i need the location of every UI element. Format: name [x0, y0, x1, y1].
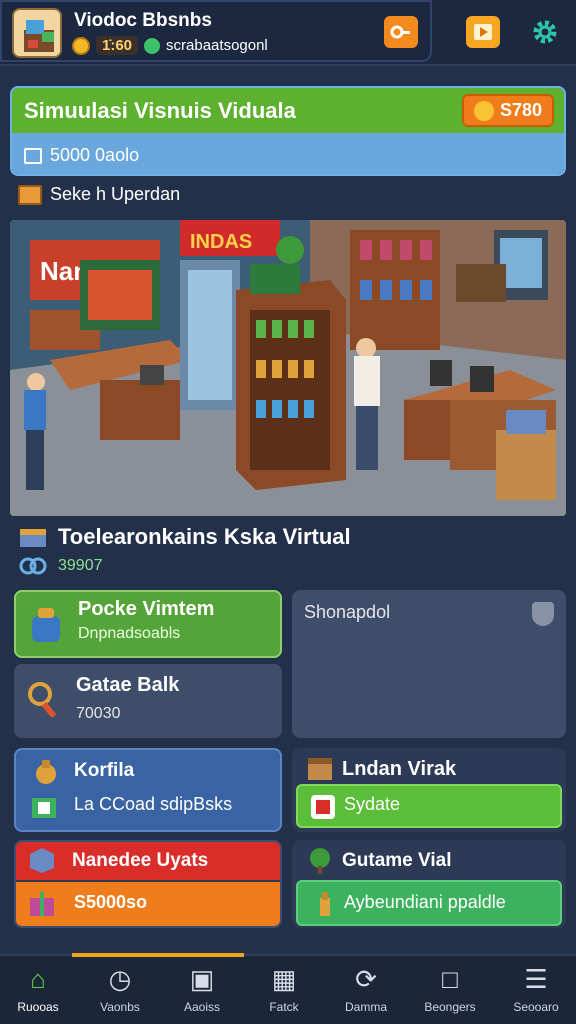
simulation-panel[interactable]: Simuulasi Visnuis Viduala 5000 0aolo S78…	[10, 86, 566, 176]
tree-icon	[310, 848, 330, 874]
cash-icon	[32, 798, 56, 818]
potion-icon	[36, 760, 56, 784]
building-icon: □	[442, 964, 458, 994]
shield-icon	[532, 602, 554, 626]
clock-icon: ◷	[108, 964, 132, 994]
store-avatar-icon	[14, 10, 60, 56]
gift-icon	[30, 892, 54, 916]
nav-menu[interactable]: ☰ Seooaro	[504, 964, 568, 1014]
section-label: Seke h Uperdan	[50, 184, 181, 204]
update-bar[interactable]: Sydate	[296, 784, 562, 828]
nanedee-title-bar: Nanedee Uyats	[16, 842, 280, 880]
gatae-title: Gatae Balk	[76, 674, 180, 696]
shop-title: Shonapdol	[304, 602, 391, 622]
store-subtitle-row: 39907	[18, 556, 103, 576]
bottle-icon	[320, 892, 330, 916]
gem-icon	[144, 37, 161, 54]
gear-icon	[533, 20, 557, 44]
nanedee-card[interactable]: Nanedee Uyats S5000so	[14, 840, 282, 928]
section-header: Seke h Uperdan	[18, 184, 180, 205]
gatae-card[interactable]: Gatae Balk 70030	[14, 664, 282, 738]
update-label: Sydate	[344, 794, 401, 814]
home-icon: ⌂	[30, 964, 46, 994]
nanedee-title: Nanedee Uyats	[72, 850, 209, 871]
top-bar: Viodoc Bbsnbs 1̇:60 scrabaatsogonl	[0, 0, 576, 66]
simulation-subtitle: 5000 0aolo	[50, 145, 140, 165]
menu-icon: ☰	[524, 964, 548, 994]
korfia-subtitle: La CCoad sdipBsks	[74, 794, 233, 814]
store-value: 39907	[58, 557, 103, 574]
nav-label: Fatck	[269, 1000, 299, 1014]
currency-row: 1̇:60 scrabaatsogonl	[72, 36, 268, 55]
nav-label: Aaoiss	[183, 1000, 221, 1014]
lndan-card[interactable]: Lndan Virak Sydate	[292, 748, 566, 832]
svg-text:INDAS: INDAS	[190, 231, 252, 253]
nav-label: Vaonbs	[100, 1000, 140, 1014]
settings-button[interactable]	[528, 16, 562, 48]
secondary-stat: scrabaatsogonl	[166, 37, 268, 54]
price-badge[interactable]: S780	[461, 94, 554, 127]
nav-building[interactable]: □ Beongers	[418, 964, 482, 1014]
korfia-title: Korfila	[74, 760, 135, 781]
nav-label: Damma	[344, 1000, 387, 1014]
play-icon	[474, 24, 492, 40]
player-name: Viodoc Bbsnbs	[74, 10, 212, 31]
nav-home[interactable]: ⌂ Ruooas	[6, 964, 70, 1014]
pocket-title: Pocke Vimtem	[78, 598, 215, 620]
pocket-card[interactable]: Pocke Vimtem Dnpnadsoabls	[14, 590, 282, 658]
video-button[interactable]	[466, 16, 500, 48]
crate-small-icon	[308, 758, 332, 780]
backpack-icon	[32, 608, 60, 642]
store-scene[interactable]: Nan INDAS	[10, 220, 566, 516]
cube-icon	[30, 848, 54, 873]
nanedee-value: S5000so	[74, 892, 148, 912]
link-icon	[19, 557, 47, 575]
key-icon	[390, 25, 410, 39]
simulation-subtitle-row: 5000 0aolo	[12, 133, 564, 174]
refresh-icon: ⟳	[355, 964, 377, 994]
package-icon	[18, 184, 42, 205]
coin-icon	[72, 36, 90, 55]
player-avatar[interactable]	[12, 8, 62, 58]
gutame-bar-label: Aybeundiani ppaldle	[344, 892, 506, 912]
nav-label: Seooaro	[513, 1000, 559, 1014]
gutame-bar[interactable]: Aybeundiani ppaldle	[296, 880, 562, 926]
coin-balance: 1̇:60	[96, 36, 139, 55]
smiley-icon	[473, 100, 494, 121]
nav-factory[interactable]: ▦ Fatck	[252, 964, 316, 1014]
nav-label: Beongers	[424, 1000, 476, 1014]
nav-label: Ruooas	[17, 1000, 59, 1014]
gatae-value: 70030	[76, 705, 121, 722]
nav-refresh[interactable]: ⟳ Damma	[334, 964, 398, 1014]
gutame-title: Gutame Vial	[342, 850, 452, 871]
nav-clock[interactable]: ◷ Vaonbs	[88, 964, 152, 1014]
factory-icon: ▦	[271, 964, 297, 994]
crate-icon	[20, 529, 46, 547]
isometric-store-illustration: Nan INDAS	[10, 220, 566, 516]
store-title-row: Toelearonkains Kska Virtual	[18, 524, 351, 550]
store-title: Toelearonkains Kska Virtual	[58, 524, 351, 549]
gutame-card[interactable]: Gutame Vial Aybeundiani ppaldle	[292, 840, 566, 928]
korfia-card[interactable]: Korfila La CCoad sdipBsks	[14, 748, 282, 832]
box-icon: ▣	[189, 964, 215, 994]
price-value: S780	[499, 100, 542, 120]
shop-card[interactable]: Shonapdol	[292, 590, 566, 738]
bottom-nav: ⌂ Ruooas ◷ Vaonbs ▣ Aaoiss ▦ Fatck ⟳ Dam…	[0, 953, 576, 1024]
nav-box[interactable]: ▣ Aaoiss	[170, 964, 234, 1014]
update-icon	[311, 795, 335, 819]
magnifier-tools-icon	[28, 682, 57, 719]
pocket-subtitle: Dnpnadsoabls	[78, 625, 181, 642]
lndan-title: Lndan Virak	[342, 758, 457, 780]
active-indicator	[72, 953, 244, 957]
document-icon	[24, 147, 42, 164]
nanedee-bar[interactable]: S5000so	[16, 882, 280, 926]
key-button[interactable]	[384, 16, 418, 48]
